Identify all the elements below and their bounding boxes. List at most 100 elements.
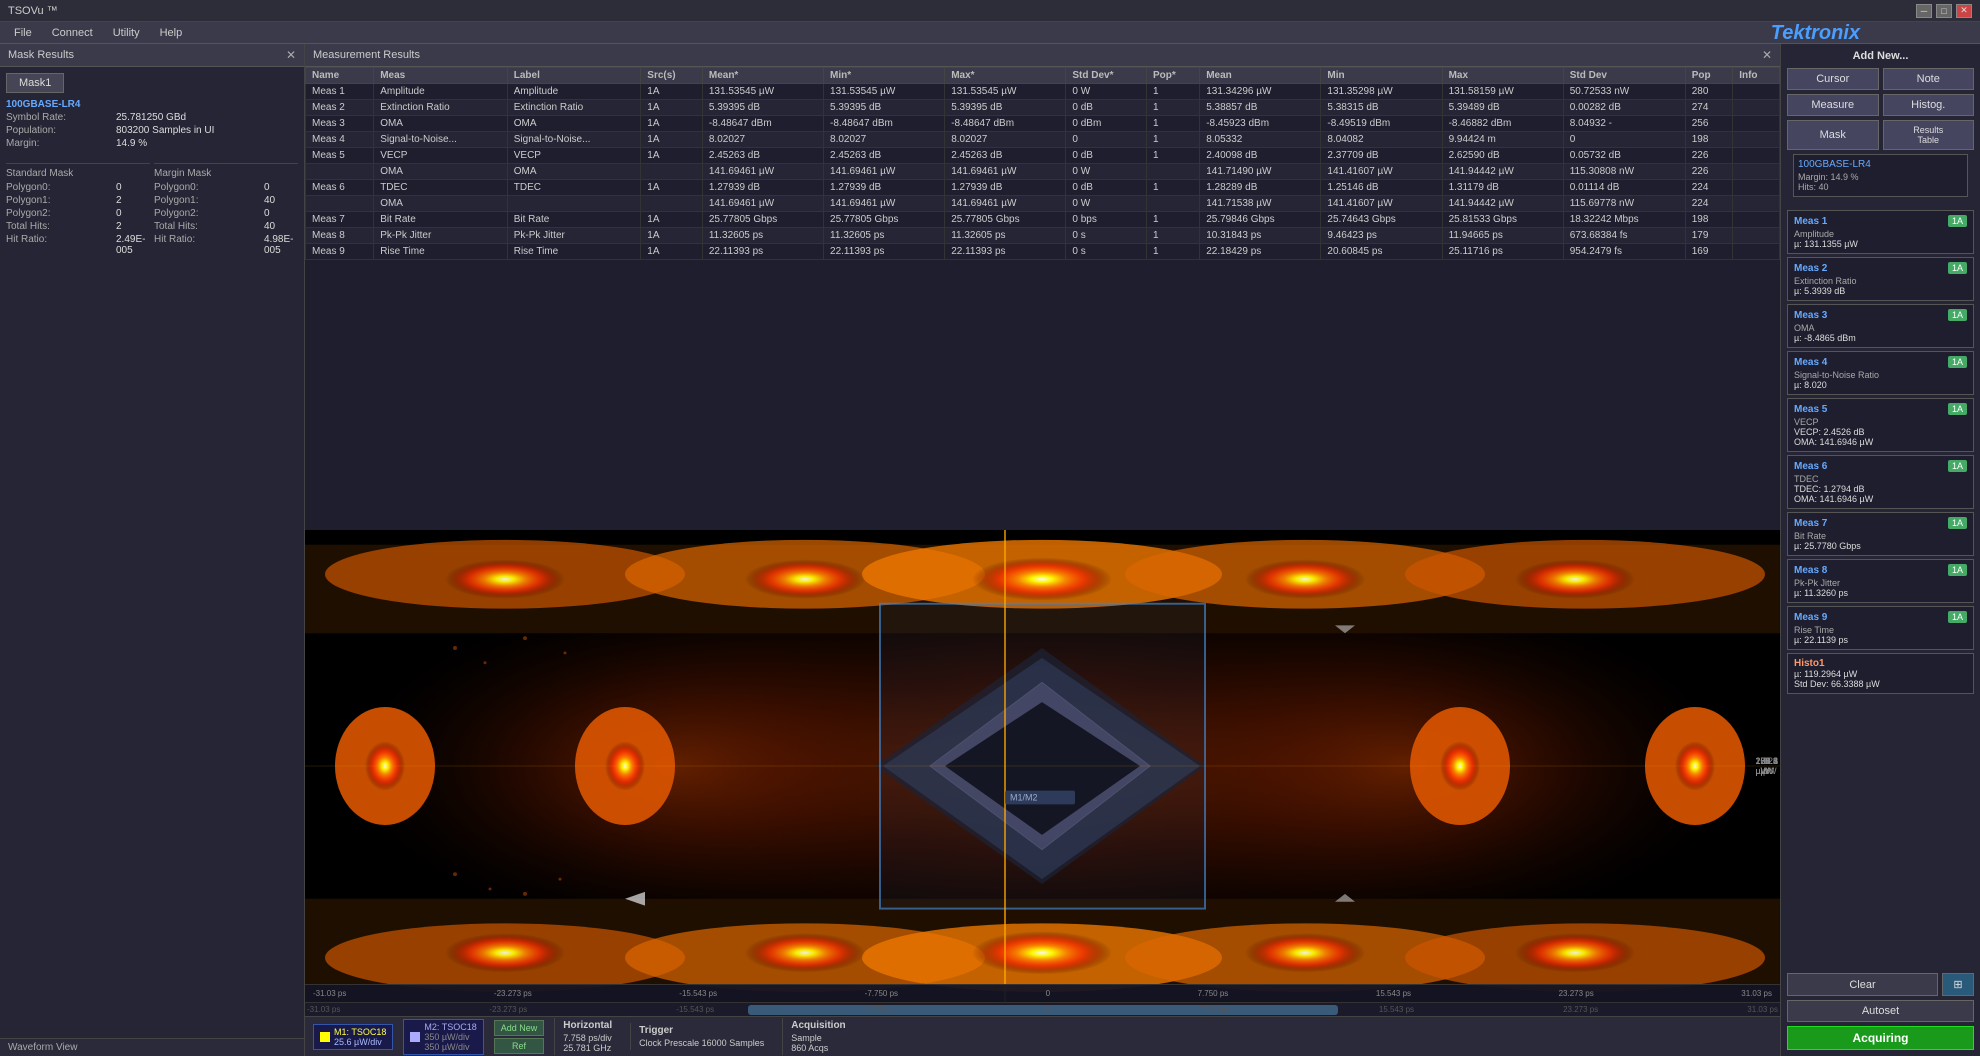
col-src: Src(s) bbox=[641, 68, 703, 84]
right-meas-item[interactable]: Meas 1 1A Amplitude µ: 131.1355 µW bbox=[1787, 210, 1974, 254]
main-content: Mask Results ✕ Mask1 100GBASE-LR4 Symbol… bbox=[0, 44, 1980, 1056]
note-btn[interactable]: Note bbox=[1883, 68, 1975, 90]
mask-panel: Mask Results ✕ Mask1 100GBASE-LR4 Symbol… bbox=[0, 44, 305, 1056]
right-meas-item[interactable]: Meas 5 1A VECP VECP: 2.4526 dB OMA: 141.… bbox=[1787, 398, 1974, 452]
menu-connect[interactable]: Connect bbox=[42, 25, 103, 41]
add-new-label: Add New... bbox=[1787, 50, 1974, 62]
time-label-6: 15.543 ps bbox=[1376, 989, 1411, 998]
meas-item-desc: Amplitude bbox=[1794, 229, 1967, 239]
meas-panel: Measurement Results ✕ Name Meas Label Sr… bbox=[305, 44, 1780, 530]
population-label: Population: bbox=[6, 125, 116, 136]
close-btn[interactable]: ✕ bbox=[1956, 4, 1972, 18]
results-table-btn[interactable]: ResultsTable bbox=[1883, 120, 1975, 150]
right-histo-item[interactable]: Histo1 µ: 119.2964 µW Std Dev: 66.3388 µ… bbox=[1787, 653, 1974, 694]
right-meas-item[interactable]: Meas 8 1A Pk-Pk Jitter µ: 11.3260 ps bbox=[1787, 559, 1974, 603]
margin-row: Margin: 14.9 % bbox=[6, 138, 298, 149]
table-row[interactable]: Meas 5VECPVECP1A2.45263 dB2.45263 dB2.45… bbox=[306, 148, 1780, 164]
meas-item-header: Meas 1 1A bbox=[1794, 215, 1967, 227]
right-meas-item[interactable]: Meas 3 1A OMA µ: -8.4865 dBm bbox=[1787, 304, 1974, 348]
histo-name: Histo1 bbox=[1794, 658, 1967, 669]
trigger-title: Trigger bbox=[639, 1025, 764, 1036]
add-new-btn[interactable]: Add New bbox=[494, 1020, 545, 1036]
table-row[interactable]: OMA141.69461 µW141.69461 µW141.69461 µW0… bbox=[306, 196, 1780, 212]
autoset-btn[interactable]: Autoset bbox=[1787, 1000, 1974, 1022]
mask-btn[interactable]: Mask bbox=[1787, 120, 1879, 150]
poly1-std-label: Polygon1: bbox=[6, 195, 116, 206]
total-hits-std-label: Total Hits: bbox=[6, 221, 116, 232]
right-mask-name: 100GBASE-LR4 bbox=[1798, 159, 1963, 170]
margin-value: 14.9 % bbox=[116, 138, 147, 149]
meas-item-header: Meas 2 1A bbox=[1794, 262, 1967, 274]
clear-btn[interactable]: Clear bbox=[1787, 973, 1938, 996]
right-meas-item[interactable]: Meas 2 1A Extinction Ratio µ: 5.3939 dB bbox=[1787, 257, 1974, 301]
menu-file[interactable]: File bbox=[4, 25, 42, 41]
table-row[interactable]: Meas 6TDECTDEC1A1.27939 dB1.27939 dB1.27… bbox=[306, 180, 1780, 196]
timeline-label-right: 31.03 ps bbox=[1747, 1005, 1778, 1014]
window-controls[interactable]: ─ □ ✕ bbox=[1916, 4, 1972, 18]
acquiring-btn[interactable]: Acquiring bbox=[1787, 1026, 1974, 1050]
meas-item-badge: 1A bbox=[1948, 262, 1967, 274]
horizontal-value: 25.781 GHz bbox=[563, 1043, 612, 1053]
add-ref-buttons[interactable]: Add New Ref bbox=[494, 1020, 545, 1054]
right-meas-item[interactable]: Meas 6 1A TDEC TDEC: 1.2794 dB OMA: 141.… bbox=[1787, 455, 1974, 509]
table-row[interactable]: OMAOMA141.69461 µW141.69461 µW141.69461 … bbox=[306, 164, 1780, 180]
table-row[interactable]: Meas 9Rise TimeRise Time1A22.11393 ps22.… bbox=[306, 244, 1780, 260]
acquisition-acqs: 860 Acqs bbox=[791, 1043, 845, 1053]
poly0-margin-val: 0 bbox=[264, 182, 270, 193]
table-row[interactable]: Meas 2Extinction RatioExtinction Ratio1A… bbox=[306, 100, 1780, 116]
time-label-2: -15.543 ps bbox=[679, 989, 717, 998]
ch1-color bbox=[320, 1032, 330, 1042]
mask1-tab[interactable]: Mask1 bbox=[6, 73, 64, 93]
mask-results-row: Mask ResultsTable bbox=[1787, 120, 1974, 150]
col-min: Min bbox=[1321, 68, 1442, 84]
ch2-scale2: 350 µW/div bbox=[424, 1042, 476, 1052]
mask-panel-close[interactable]: ✕ bbox=[286, 48, 296, 62]
margin-label: Margin: bbox=[6, 138, 116, 149]
meas-item-value: µ: -8.4865 dBm bbox=[1794, 333, 1967, 343]
table-row[interactable]: Meas 1AmplitudeAmplitude1A131.53545 µW13… bbox=[306, 84, 1780, 100]
time-label-3: -7.750 ps bbox=[865, 989, 898, 998]
icon-btn[interactable]: ⊞ bbox=[1942, 973, 1974, 996]
margin-mask-title: Margin Mask bbox=[154, 163, 298, 179]
meas-panel-close[interactable]: ✕ bbox=[1762, 48, 1772, 62]
table-row[interactable]: Meas 7Bit RateBit Rate1A25.77805 Gbps25.… bbox=[306, 212, 1780, 228]
margin-mask-section: Margin Mask Polygon0:0 Polygon1:40 Polyg… bbox=[154, 157, 298, 258]
col-mean-r: Mean* bbox=[702, 68, 823, 84]
population-value: 803200 Samples in UI bbox=[116, 125, 214, 136]
add-ref-btn[interactable]: Ref bbox=[494, 1038, 545, 1054]
waveform-canvas: M1/M2 -31.03 ps -23.273 ps -15.543 ps -7… bbox=[305, 530, 1780, 1002]
col-pop-r: Pop* bbox=[1146, 68, 1199, 84]
menu-utility[interactable]: Utility bbox=[103, 25, 150, 41]
clear-icon-row: Clear ⊞ bbox=[1787, 973, 1974, 996]
title-bar: TSOVu ™ ─ □ ✕ bbox=[0, 0, 1980, 22]
meas-item-badge: 1A bbox=[1948, 460, 1967, 472]
horizontal-info: Horizontal 7.758 ps/div 25.781 GHz bbox=[554, 1018, 620, 1055]
mask-panel-header: Mask Results ✕ bbox=[0, 44, 304, 67]
right-meas-item[interactable]: Meas 7 1A Bit Rate µ: 25.7780 Gbps bbox=[1787, 512, 1974, 556]
table-row[interactable]: Meas 4Signal-to-Noise...Signal-to-Noise.… bbox=[306, 132, 1780, 148]
scale-25: 25.6 µW bbox=[1760, 756, 1778, 776]
symbol-rate-row: Symbol Rate: 25.781250 GBd bbox=[6, 112, 298, 123]
meas-item-badge: 1A bbox=[1948, 356, 1967, 368]
meas-item-value: µ: 25.7780 Gbps bbox=[1794, 541, 1967, 551]
right-meas-item[interactable]: Meas 9 1A Rise Time µ: 22.1139 ps bbox=[1787, 606, 1974, 650]
measurement-table-wrapper[interactable]: Name Meas Label Src(s) Mean* Min* Max* S… bbox=[305, 67, 1780, 260]
col-max-r: Max* bbox=[945, 68, 1066, 84]
timeline-scroll[interactable]: -31.03 ps -23.273 ps -15.543 ps -7.750 p… bbox=[305, 1002, 1780, 1016]
y-scale-markers: 230.4 µW 204.8 µW 179.2 µW 153.6 µW 128 … bbox=[1772, 530, 1780, 1002]
right-meas-item[interactable]: Meas 4 1A Signal-to-Noise Ratio µ: 8.020 bbox=[1787, 351, 1974, 395]
meas-item-name: Meas 5 bbox=[1794, 404, 1827, 415]
menu-help[interactable]: Help bbox=[150, 25, 193, 41]
table-row[interactable]: Meas 8Pk-Pk JitterPk-Pk Jitter1A11.32605… bbox=[306, 228, 1780, 244]
timeline-label-c3: -7.750 ps bbox=[863, 1005, 896, 1014]
mask-name: 100GBASE-LR4 bbox=[6, 99, 80, 110]
maximize-btn[interactable]: □ bbox=[1936, 4, 1952, 18]
measure-btn[interactable]: Measure bbox=[1787, 94, 1879, 116]
cursor-btn[interactable]: Cursor bbox=[1787, 68, 1879, 90]
table-row[interactable]: Meas 3OMAOMA1A-8.48647 dBm-8.48647 dBm-8… bbox=[306, 116, 1780, 132]
poly0-std-val: 0 bbox=[116, 182, 122, 193]
ch2-indicator: M2: TSOC18 350 µW/div 350 µW/div bbox=[403, 1019, 483, 1055]
histog-btn[interactable]: Histog. bbox=[1883, 94, 1975, 116]
minimize-btn[interactable]: ─ bbox=[1916, 4, 1932, 18]
time-label-4: 0 bbox=[1046, 989, 1050, 998]
